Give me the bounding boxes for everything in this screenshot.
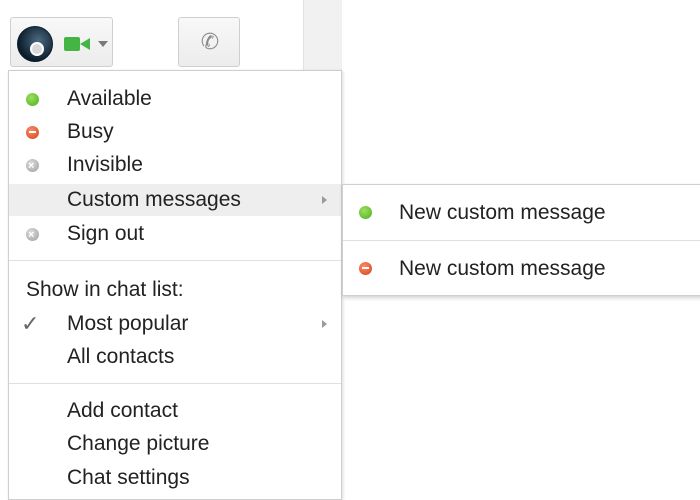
menu-item-most-popular[interactable]: ✓ Most popular bbox=[9, 308, 341, 340]
menu-item-busy[interactable]: Busy bbox=[9, 116, 341, 148]
available-status-icon bbox=[359, 206, 372, 219]
menu-item-chat-settings[interactable]: Chat settings bbox=[9, 462, 341, 494]
submenu-item-label: New custom message bbox=[399, 257, 606, 280]
menu-item-label: Chat settings bbox=[67, 466, 190, 489]
busy-status-icon bbox=[26, 126, 39, 139]
menu-item-all-contacts[interactable]: All contacts bbox=[9, 341, 341, 373]
chat-list-heading: Show in chat list: bbox=[26, 278, 184, 301]
menu-item-custom-messages[interactable]: Custom messages bbox=[9, 184, 341, 216]
toolbar-divider bbox=[303, 0, 342, 72]
phone-icon: ✆ bbox=[200, 29, 220, 54]
status-menu-button[interactable] bbox=[10, 17, 113, 67]
available-status-icon bbox=[26, 93, 39, 106]
submenu-item-new-busy-message[interactable]: New custom message bbox=[343, 241, 700, 296]
status-indicator-icon bbox=[30, 42, 44, 56]
chat-toolbar: ✆ bbox=[0, 0, 700, 72]
menu-item-label: Most popular bbox=[67, 312, 189, 335]
checkmark-icon: ✓ bbox=[21, 311, 40, 336]
menu-item-label: Custom messages bbox=[67, 188, 241, 211]
call-button[interactable]: ✆ bbox=[178, 17, 240, 67]
menu-item-label: Sign out bbox=[67, 222, 145, 245]
menu-item-label: Change picture bbox=[67, 432, 210, 455]
sign-out-status-icon bbox=[26, 219, 39, 251]
submenu-item-label: New custom message bbox=[399, 201, 606, 224]
video-camera-icon bbox=[64, 37, 90, 51]
chevron-right-icon bbox=[322, 196, 327, 204]
chevron-right-icon bbox=[322, 320, 327, 328]
status-dropdown-menu: Available Busy Invisible Custom messages… bbox=[8, 70, 342, 500]
chevron-down-icon bbox=[98, 41, 108, 47]
menu-item-change-picture[interactable]: Change picture bbox=[9, 428, 341, 460]
busy-status-icon bbox=[359, 262, 372, 275]
menu-item-label: Add contact bbox=[67, 399, 178, 422]
menu-item-sign-out[interactable]: Sign out bbox=[9, 218, 341, 251]
custom-messages-submenu: New custom message New custom message bbox=[342, 184, 700, 296]
invisible-status-icon bbox=[26, 150, 39, 182]
menu-item-available[interactable]: Available bbox=[9, 83, 341, 115]
menu-item-invisible[interactable]: Invisible bbox=[9, 149, 341, 182]
avatar bbox=[17, 26, 53, 62]
menu-item-add-contact[interactable]: Add contact bbox=[9, 395, 341, 427]
menu-item-label: Invisible bbox=[67, 153, 143, 176]
menu-item-label: Busy bbox=[67, 120, 114, 143]
submenu-item-new-available-message[interactable]: New custom message bbox=[343, 185, 700, 240]
menu-divider bbox=[9, 260, 341, 261]
menu-item-label: Available bbox=[67, 87, 152, 110]
menu-divider bbox=[9, 383, 341, 384]
menu-item-label: All contacts bbox=[67, 345, 175, 368]
